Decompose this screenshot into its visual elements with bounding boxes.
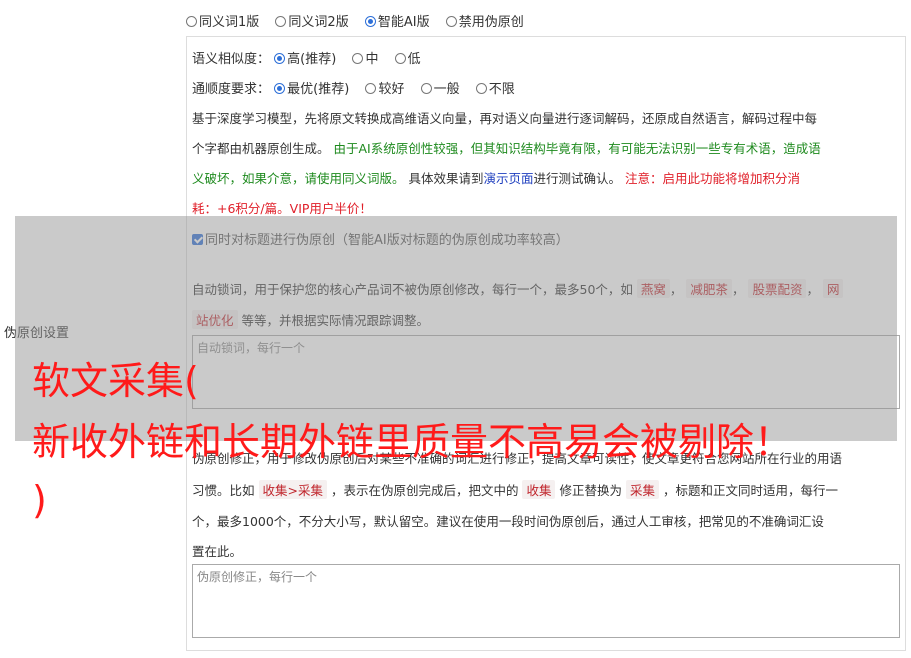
correction-example: 收集 (522, 480, 556, 499)
version-option-disabled[interactable]: 禁用伪原创 (445, 15, 524, 30)
version-option-ai[interactable]: 智能AI版 (364, 15, 430, 30)
radio-icon[interactable] (365, 83, 377, 94)
radio-icon[interactable] (475, 83, 487, 94)
radio-icon[interactable] (352, 53, 364, 64)
description-line-2: 个字都由机器原创生成。 由于AI系统原创性较强，但其知识结构毕竟有限，有可能无法… (192, 141, 821, 156)
correction-desc-line-3: 个，最多1000个，不分大小写，默认留空。建议在使用一段时间伪原创后，通过人工审… (192, 514, 824, 529)
similarity-option-medium[interactable]: 中 (352, 52, 378, 67)
watermark-line-3: ) (32, 478, 47, 522)
version-options: 同义词1版 同义词2版 智能AI版 禁用伪原创 (186, 11, 536, 30)
description-line-1: 基于深度学习模型，先将原文转换成高维语义向量，再对语义向量进行逐词解码，还原成自… (192, 111, 818, 126)
fluency-option-unlimited[interactable]: 不限 (475, 82, 515, 97)
correction-example: 采集 (625, 480, 659, 499)
radio-icon[interactable] (364, 16, 376, 27)
demo-page-link[interactable]: 演示页面 (484, 171, 534, 186)
similarity-row: 语义相似度： 高(推荐) 中 低 (192, 48, 433, 67)
correction-desc-line-4: 置在此。 (192, 544, 243, 559)
similarity-option-low[interactable]: 低 (394, 52, 421, 67)
version-option-synonym-2[interactable]: 同义词2版 (275, 15, 349, 30)
radio-icon[interactable] (420, 83, 432, 94)
fluency-option-normal[interactable]: 一般 (420, 82, 460, 97)
fluency-option-good[interactable]: 较好 (365, 82, 404, 97)
fluency-row: 通顺度要求： 最优(推荐) 较好 一般 不限 (192, 78, 527, 97)
correction-textarea[interactable]: 伪原创修正，每行一个 (192, 564, 900, 638)
similarity-option-high[interactable]: 高(推荐) (274, 52, 336, 67)
radio-icon[interactable] (274, 53, 286, 64)
radio-icon[interactable] (275, 16, 287, 27)
correction-example: 收集>采集 (258, 480, 327, 499)
description-line-3: 义破坏，如果介意，请使用同义词版。 具体效果请到演示页面进行测试确认。 注意：启… (192, 171, 801, 186)
correction-desc-line-2: 习惯。比如 收集>采集 ，表示在伪原创完成后，把文中的 收集 修正替换为 采集 … (192, 480, 838, 499)
fluency-option-best[interactable]: 最优(推荐) (274, 82, 349, 97)
fluency-label: 通顺度要求： (192, 82, 271, 97)
description-line-4: 耗：+6积分/篇。VIP用户半价！ (192, 201, 372, 216)
similarity-label: 语义相似度： (192, 52, 271, 67)
radio-icon[interactable] (274, 83, 286, 94)
radio-icon[interactable] (445, 16, 457, 27)
watermark-line-1: 软文采集( (32, 359, 199, 403)
watermark-line-2: 新收外链和长期外链里质量不高易会被剔除！ (32, 420, 793, 464)
version-option-synonym-1[interactable]: 同义词1版 (186, 15, 259, 30)
radio-icon[interactable] (186, 16, 197, 27)
radio-icon[interactable] (394, 53, 406, 64)
